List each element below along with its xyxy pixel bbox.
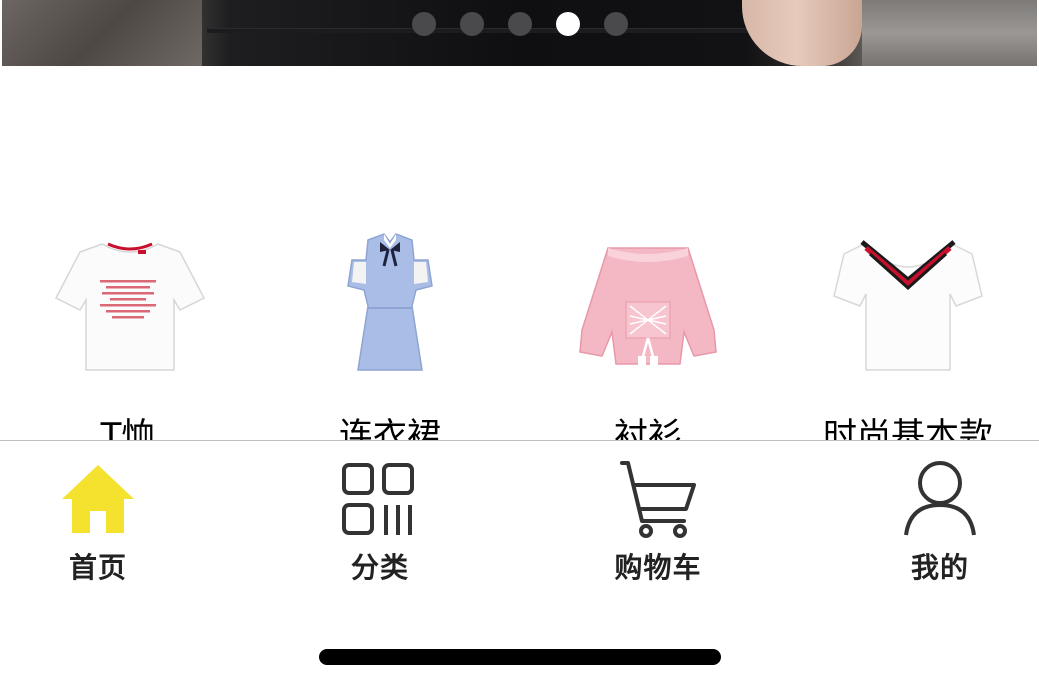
carousel-dot[interactable]: [604, 12, 628, 36]
bottom-tab-bar: 首页 分类 购物车 我的: [0, 440, 1039, 687]
page: T恤 连衣裙 衬衫 时尚基本款 首页 分类 购物车 我的: [0, 0, 1039, 687]
basic-top-image: [833, 240, 983, 371]
category-item-tshirt[interactable]: T恤: [0, 200, 260, 440]
home-icon: [62, 465, 134, 533]
tshirt-image: [54, 242, 206, 371]
user-icon: [904, 461, 976, 536]
carousel-indicator: [2, 11, 1037, 37]
tab-cart-label: 购物车: [614, 551, 702, 584]
category-grid: T恤 连衣裙 衬衫 时尚基本款: [0, 200, 1039, 440]
category-item-basic[interactable]: 时尚基本款: [778, 200, 1038, 440]
category-label: T恤: [100, 416, 156, 440]
category-grid-icon: [342, 463, 414, 535]
banner-carousel[interactable]: [2, 0, 1037, 66]
tab-profile[interactable]: 我的: [860, 459, 1020, 589]
carousel-dot[interactable]: [508, 12, 532, 36]
category-item-dress[interactable]: 连衣裙: [260, 200, 520, 440]
blouse-image: [579, 247, 717, 366]
tab-home[interactable]: 首页: [18, 459, 178, 589]
dress-image: [347, 233, 433, 371]
carousel-dot[interactable]: [412, 12, 436, 36]
category-label: 衬衫: [614, 416, 682, 440]
carousel-dot[interactable]: [460, 12, 484, 36]
home-indicator[interactable]: [319, 649, 721, 665]
tab-profile-label: 我的: [910, 551, 969, 584]
category-label: 时尚基本款: [823, 416, 993, 440]
tab-cart[interactable]: 购物车: [578, 459, 738, 589]
carousel-dot-active[interactable]: [556, 12, 580, 36]
tab-category[interactable]: 分类: [300, 459, 460, 589]
cart-icon: [620, 461, 696, 538]
tab-home-label: 首页: [68, 551, 127, 584]
category-label: 连衣裙: [339, 416, 441, 440]
tab-category-label: 分类: [350, 551, 409, 584]
category-item-blouse[interactable]: 衬衫: [518, 200, 778, 440]
